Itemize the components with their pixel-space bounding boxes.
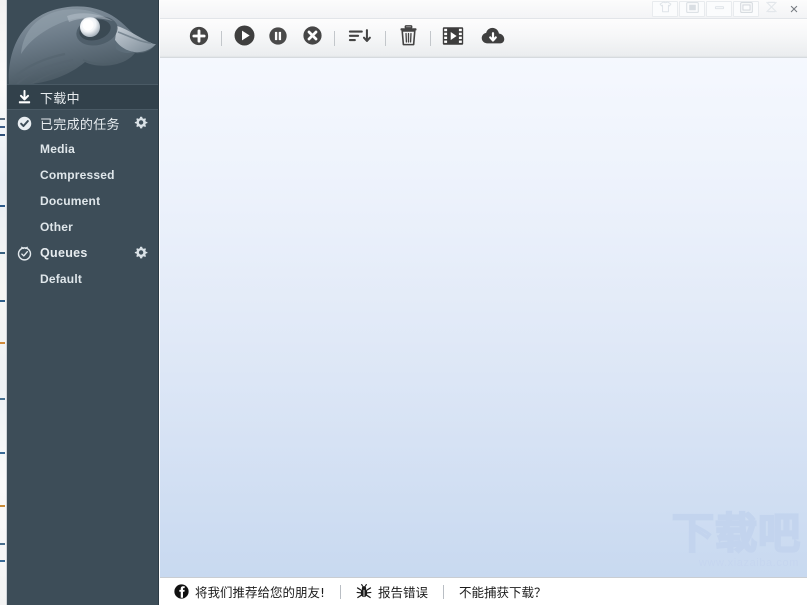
- eagle-logo-icon: [7, 0, 158, 84]
- minimize-button[interactable]: [706, 1, 732, 17]
- pause-circle-icon: [268, 26, 288, 51]
- sidebar-subitem-label: Compressed: [40, 168, 115, 182]
- delete-button[interactable]: [391, 21, 425, 55]
- queues-settings-gear-icon[interactable]: [134, 246, 148, 260]
- start-button[interactable]: [227, 21, 261, 55]
- maximize-icon: [739, 0, 753, 18]
- completed-settings-gear-icon[interactable]: [134, 116, 148, 130]
- desktop-edge-strip: [0, 0, 7, 605]
- bug-icon: [356, 584, 372, 599]
- status-item-label: 将我们推荐给您的朋友!: [195, 585, 326, 600]
- window-controls: ×: [651, 1, 805, 17]
- pin-icon: [765, 0, 778, 18]
- cloud-download-button[interactable]: [476, 21, 510, 55]
- download-tray-icon: [16, 89, 33, 106]
- status-separator: [340, 584, 342, 599]
- status-bar: 将我们推荐给您的朋友! 报告错误 不能捕获下载？: [160, 577, 807, 605]
- sidebar-item-label: Queues: [40, 246, 88, 260]
- maximize-button[interactable]: [733, 1, 759, 17]
- sidebar-subitem-label: Other: [40, 220, 74, 234]
- sidebar-subitem-media[interactable]: Media: [7, 136, 158, 162]
- sidebar-subitem-other[interactable]: Other: [7, 214, 158, 240]
- cancel-button[interactable]: [295, 21, 329, 55]
- trash-icon: [399, 25, 418, 51]
- panel-toggle-button[interactable]: [679, 1, 705, 17]
- sidebar: 下载中 已完成的任务 Media Compressed Document Oth…: [7, 0, 159, 605]
- watermark-url: www.xiazaiba.com: [698, 557, 799, 569]
- toolbar: [160, 19, 807, 58]
- media-grabber-button[interactable]: [436, 21, 470, 55]
- cancel-circle-icon: [302, 25, 323, 51]
- check-circle-icon: [16, 115, 33, 132]
- close-icon: ×: [789, 0, 799, 18]
- sidebar-item-label: 已完成的任务: [40, 117, 120, 133]
- skin-icon: [659, 0, 672, 18]
- sidebar-subitem-default[interactable]: Default: [7, 266, 158, 292]
- sidebar-item-downloading[interactable]: 下载中: [7, 84, 158, 110]
- sidebar-subitem-document[interactable]: Document: [7, 188, 158, 214]
- minimize-icon: [713, 0, 726, 18]
- sort-button[interactable]: [340, 21, 380, 55]
- panel-toggle-icon: [685, 0, 699, 18]
- title-bar[interactable]: ×: [160, 0, 807, 19]
- toolbar-separator: [221, 30, 222, 46]
- eagleget-window: 下载中 已完成的任务 Media Compressed Document Oth…: [0, 0, 807, 605]
- sidebar-item-label: 下载中: [40, 91, 80, 107]
- skin-button[interactable]: [652, 1, 678, 17]
- status-item-label: 不能捕获下载？: [459, 585, 547, 600]
- task-list-area[interactable]: 下载吧 www.xiazaiba.com: [160, 58, 807, 577]
- watermark-text: 下载吧: [671, 509, 801, 558]
- sidebar-item-queues[interactable]: Queues: [7, 240, 158, 266]
- sidebar-subitem-label: Document: [40, 194, 101, 208]
- plus-circle-icon: [188, 25, 210, 52]
- status-item-label: 报告错误: [378, 585, 429, 600]
- status-separator: [443, 584, 445, 599]
- toolbar-separator: [334, 30, 335, 46]
- sidebar-nav: 下载中 已完成的任务 Media Compressed Document Oth…: [7, 84, 158, 292]
- toolbar-separator: [430, 30, 431, 46]
- sort-descending-icon: [348, 26, 372, 51]
- pause-button[interactable]: [261, 21, 295, 55]
- film-strip-icon: [442, 26, 464, 51]
- cloud-download-icon: [481, 26, 505, 50]
- toolbar-separator: [385, 30, 386, 46]
- status-recommend-link[interactable]: 将我们推荐给您的朋友!: [174, 582, 325, 601]
- sidebar-subitem-label: Default: [40, 272, 83, 286]
- play-circle-icon: [233, 24, 256, 52]
- pin-button[interactable]: [760, 1, 782, 17]
- sidebar-subitem-label: Media: [40, 142, 76, 156]
- sidebar-subitem-compressed[interactable]: Compressed: [7, 162, 158, 188]
- sidebar-item-completed[interactable]: 已完成的任务: [7, 110, 158, 136]
- add-task-button[interactable]: [182, 21, 216, 55]
- clock-check-icon: [16, 245, 33, 262]
- status-capture-help-link[interactable]: 不能捕获下载？: [459, 582, 547, 601]
- status-report-bug-link[interactable]: 报告错误: [356, 582, 428, 601]
- close-button[interactable]: ×: [783, 1, 805, 17]
- facebook-icon: [174, 584, 189, 599]
- app-logo: [7, 0, 158, 84]
